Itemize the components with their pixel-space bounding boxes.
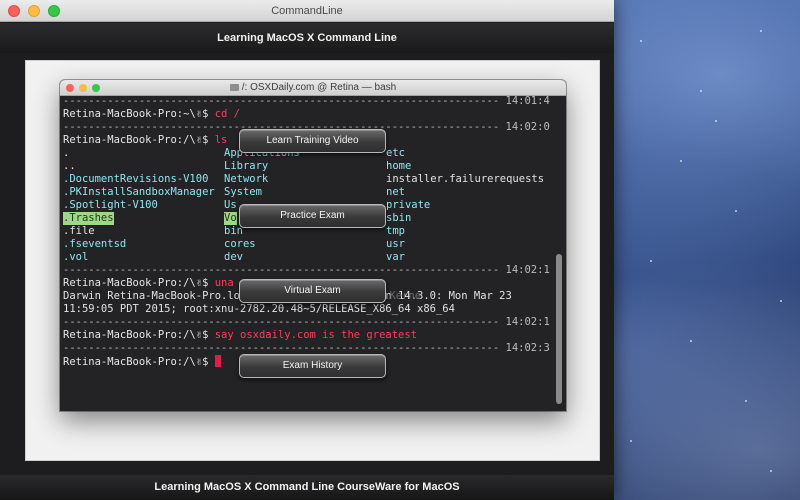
uname-output-line: 11:59:05 PDT 2015; root:xnu-2782.20.48~5…: [63, 303, 455, 315]
prompt-line: Retina-MacBook-Pro:/\✌$ una: [63, 277, 234, 289]
virtual-exam-button[interactable]: Virtual Exam: [239, 279, 386, 303]
ls-entry: .vol: [63, 251, 89, 263]
ls-entry: Library: [224, 160, 269, 172]
terminal-title: /: OSXDaily.com @ Retina — bash: [60, 80, 566, 96]
ls-entry: usr: [386, 238, 405, 250]
learn-training-video-button[interactable]: Learn Training Video: [239, 129, 386, 153]
practice-exam-button[interactable]: Practice Exam: [239, 204, 386, 228]
folder-icon: [229, 84, 239, 91]
ls-entry: ..: [63, 160, 76, 172]
ls-entry: dev: [224, 251, 243, 263]
window-title: CommandLine: [271, 5, 343, 17]
app-header-title: Learning MacOS X Command Line: [0, 23, 614, 53]
ls-entry: home: [386, 160, 412, 172]
ls-entry: cores: [224, 238, 256, 250]
prompt-line: Retina-MacBook-Pro:/\✌$ ls: [63, 134, 228, 146]
ls-entry: etc: [386, 147, 405, 159]
app-footer-title: Learning MacOS X Command Line CourseWare…: [0, 475, 614, 500]
separator-line: ----------------------------------------…: [63, 316, 550, 328]
ls-entry: Us: [224, 199, 237, 211]
text-cursor: [214, 355, 221, 367]
ls-entry: private: [386, 199, 431, 211]
ls-entry: .DocumentRevisions-V100: [63, 173, 209, 185]
separator-line: ----------------------------------------…: [63, 95, 550, 107]
terminal-scrollbar[interactable]: [555, 96, 563, 409]
ls-entry: .: [63, 147, 70, 159]
separator-line: ----------------------------------------…: [63, 264, 550, 276]
window-titlebar: CommandLine: [0, 0, 614, 22]
ls-entry: installer.failurerequests: [386, 173, 545, 185]
ls-entry: .PKInstallSandboxManager: [63, 186, 215, 198]
prompt-line: Retina-MacBook-Pro:~\✌$ cd /: [63, 108, 241, 120]
ls-entry: System: [224, 186, 262, 198]
prompt-line: Retina-MacBook-Pro:/\✌$ say osxdaily.com…: [63, 329, 418, 341]
ls-entry: .file: [63, 225, 95, 237]
ls-entry: net: [386, 186, 405, 198]
terminal-titlebar: /: OSXDaily.com @ Retina — bash: [60, 80, 566, 96]
ls-entry-highlighted: Vo: [224, 212, 237, 225]
exam-history-button[interactable]: Exam History: [239, 354, 386, 378]
ls-entry: .Spotlight-V100: [63, 199, 158, 211]
ls-entry: Network: [224, 173, 269, 185]
scroll-thumb[interactable]: [556, 254, 562, 404]
ls-entry: .fseventsd: [63, 238, 127, 250]
ls-entry: sbin: [386, 212, 412, 224]
ls-entry: var: [386, 251, 405, 263]
ls-entry-highlighted: .Trashes: [63, 212, 114, 225]
prompt-line: Retina-MacBook-Pro:/\✌$: [63, 355, 221, 368]
ls-entry: tmp: [386, 225, 405, 237]
